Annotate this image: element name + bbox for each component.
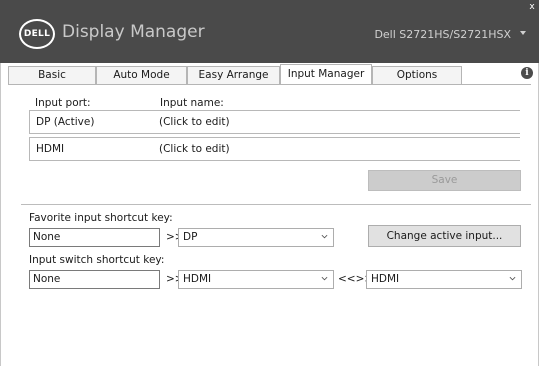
- chevron-down-icon: [321, 234, 328, 239]
- dell-logo: DELL: [19, 19, 55, 49]
- caret-down-icon[interactable]: [520, 31, 526, 35]
- tab-panel-border: [8, 84, 531, 85]
- input-row-dp[interactable]: DP (Active) (Click to edit): [29, 110, 520, 134]
- favorite-shortcut-key-input[interactable]: None: [29, 228, 160, 247]
- favorite-input-select[interactable]: DP: [178, 228, 334, 247]
- tab-auto-mode[interactable]: Auto Mode: [96, 66, 187, 85]
- save-button[interactable]: Save: [368, 170, 521, 191]
- tab-input-manager[interactable]: Input Manager: [280, 64, 372, 84]
- close-button[interactable]: x: [527, 2, 537, 12]
- tab-basic[interactable]: Basic: [8, 66, 96, 85]
- switch-shortcut-label: Input switch shortcut key:: [29, 254, 165, 266]
- input-port-label: HDMI: [36, 143, 65, 155]
- section-divider: [21, 204, 531, 205]
- input-port-label: DP (Active): [36, 116, 95, 128]
- switch-first-input-value: HDMI: [183, 273, 212, 285]
- title-bar: DELL Display Manager Dell S2721HS/S2721H…: [0, 0, 539, 63]
- input-row-hdmi[interactable]: HDMI (Click to edit): [29, 137, 520, 161]
- info-icon[interactable]: i: [521, 67, 533, 79]
- switch-second-input-select[interactable]: HDMI: [366, 270, 522, 289]
- input-name-field[interactable]: (Click to edit): [159, 143, 230, 155]
- favorite-input-value: DP: [183, 231, 198, 243]
- switch-shortcut-key-input[interactable]: None: [29, 270, 160, 289]
- app-title: Display Manager: [62, 22, 205, 42]
- tab-easy-arrange[interactable]: Easy Arrange: [187, 66, 280, 85]
- switch-first-input-select[interactable]: HDMI: [178, 270, 334, 289]
- monitor-selector[interactable]: Dell S2721HS/S2721HSX: [374, 28, 511, 41]
- input-port-header: Input port:: [35, 97, 91, 109]
- tab-options[interactable]: Options: [372, 66, 462, 85]
- input-name-header: Input name:: [160, 97, 224, 109]
- input-name-field[interactable]: (Click to edit): [159, 116, 230, 128]
- switch-second-input-value: HDMI: [371, 273, 400, 285]
- change-active-input-button[interactable]: Change active input...: [368, 225, 521, 247]
- dell-logo-text: DELL: [23, 29, 51, 39]
- window-border-left: [0, 63, 1, 366]
- chevron-down-icon: [509, 276, 516, 281]
- chevron-down-icon: [321, 276, 328, 281]
- favorite-shortcut-label: Favorite input shortcut key:: [29, 212, 173, 224]
